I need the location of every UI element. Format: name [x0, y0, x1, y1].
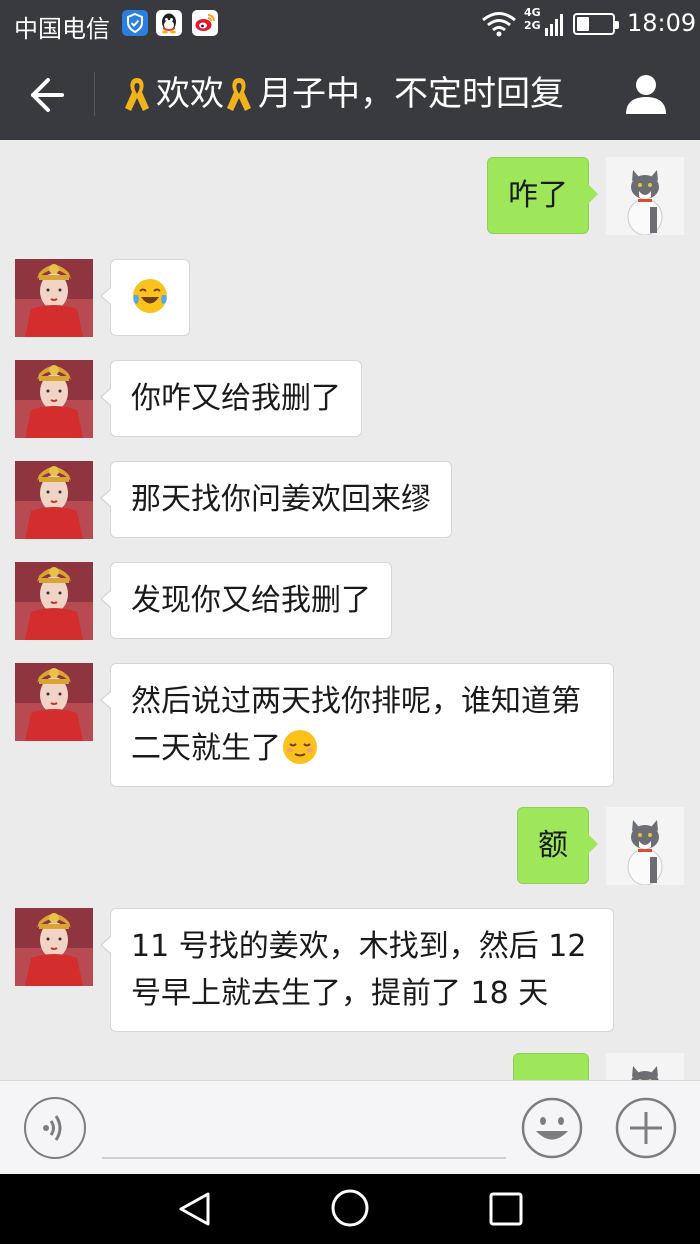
message-text: 二天就生了 — [131, 731, 281, 766]
my-avatar[interactable] — [606, 157, 684, 235]
chat-info-button[interactable] — [622, 72, 670, 116]
status-bar: 中国电信 4G 2G 18:09 — [0, 0, 700, 48]
nav-recent-icon — [489, 1192, 523, 1226]
more-options-button[interactable] — [614, 1096, 678, 1160]
qq-icon — [156, 10, 182, 36]
network-type: 4G 2G — [524, 6, 541, 32]
message-text: 发现你又给我删了 — [131, 583, 371, 618]
nav-recent-button[interactable] — [488, 1191, 524, 1231]
message-text-line: 11 号找的姜欢，木找到，然后 12 — [131, 929, 587, 964]
signal-icon — [544, 12, 566, 42]
nav-back-icon — [179, 1192, 210, 1226]
my-avatar[interactable] — [606, 1053, 684, 1080]
message-text-line: 二天就生了 — [131, 725, 593, 772]
bride-avatar-icon — [15, 908, 93, 986]
ribbon-icon — [227, 78, 251, 111]
contact-avatar[interactable] — [15, 259, 93, 337]
contact-avatar[interactable] — [15, 461, 93, 539]
voice-icon — [43, 1115, 62, 1141]
back-arrow-icon — [31, 78, 64, 112]
message-bubble-received[interactable]: 那天找你问姜欢回来缪 — [100, 461, 452, 538]
nav-back-button[interactable] — [176, 1190, 212, 1232]
bride-avatar-icon — [15, 562, 93, 640]
network-2g-label: 2G — [524, 19, 541, 32]
message-bubble-received[interactable]: 你咋又给我删了 — [100, 360, 362, 437]
bride-avatar-icon — [15, 360, 93, 438]
bride-avatar-icon — [15, 663, 93, 741]
emoji-button[interactable] — [520, 1096, 584, 1160]
ribbon-icon — [125, 78, 149, 111]
carrier-name: 中国电信 — [14, 15, 110, 43]
message-bubble-received[interactable]: 发现你又给我删了 — [100, 562, 392, 639]
message-text: 咋了 — [508, 178, 568, 213]
wifi-icon — [480, 10, 518, 42]
message-bubble-sent[interactable] — [513, 1053, 589, 1080]
relieved-emoji — [283, 730, 317, 764]
message-bubble-received[interactable]: 然后说过两天找你排呢，谁知道第 二天就生了 — [100, 663, 614, 787]
message-text: 额 — [538, 828, 568, 863]
message-bubble-received[interactable]: 11 号找的姜欢，木找到，然后 12 号早上就去生了，提前了 18 天 — [100, 908, 614, 1032]
network-4g-label: 4G — [524, 6, 541, 19]
contact-name: 欢欢 — [156, 74, 224, 114]
nav-home-icon — [331, 1189, 369, 1227]
voice-button[interactable] — [24, 1097, 86, 1159]
message-bubble-sent[interactable]: 额 — [517, 807, 598, 884]
bride-avatar-icon — [15, 461, 93, 539]
my-avatar[interactable] — [606, 807, 684, 885]
plus-icon — [615, 1097, 677, 1159]
chat-header: 欢欢 月子中，不定时回复 — [0, 48, 700, 140]
message-text-line: 然后说过两天找你排呢，谁知道第 — [131, 684, 581, 719]
contact-avatar[interactable] — [15, 360, 93, 438]
battery-icon — [573, 13, 619, 35]
contact-avatar[interactable] — [15, 663, 93, 741]
cat-avatar-icon — [606, 1053, 684, 1080]
shield-icon — [122, 10, 148, 36]
message-text-line: 号早上就去生了，提前了 18 天 — [131, 976, 549, 1011]
back-button[interactable] — [22, 70, 72, 120]
clock: 18:09 — [627, 9, 697, 37]
input-bar — [0, 1080, 700, 1174]
message-text: 你咋又给我删了 — [131, 381, 341, 416]
contact-status: 月子中，不定时回复 — [258, 74, 564, 114]
message-list[interactable]: 咋了 你咋又给我删了 那天找你问姜欢回来缪 发现你又给我删了 然后说过两天找你排… — [0, 140, 700, 1080]
message-input[interactable] — [102, 1157, 506, 1159]
header-divider — [94, 72, 95, 116]
cat-avatar-icon — [606, 157, 684, 235]
message-text: 那天找你问姜欢回来缪 — [131, 482, 431, 517]
bride-avatar-icon — [15, 259, 93, 337]
contact-avatar[interactable] — [15, 908, 93, 986]
user-profile-icon — [626, 75, 666, 114]
weibo-icon — [192, 10, 218, 36]
nav-home-button[interactable] — [330, 1188, 370, 1232]
battery-level — [577, 17, 589, 31]
emoji-icon — [521, 1097, 583, 1159]
chat-title: 欢欢 月子中，不定时回复 — [122, 72, 564, 116]
contact-avatar[interactable] — [15, 562, 93, 640]
system-nav-bar — [0, 1174, 700, 1244]
crying-laughing-emoji — [133, 279, 167, 313]
message-bubble-received[interactable] — [100, 259, 190, 336]
cat-avatar-icon — [606, 807, 684, 885]
message-bubble-sent[interactable]: 咋了 — [487, 157, 598, 234]
